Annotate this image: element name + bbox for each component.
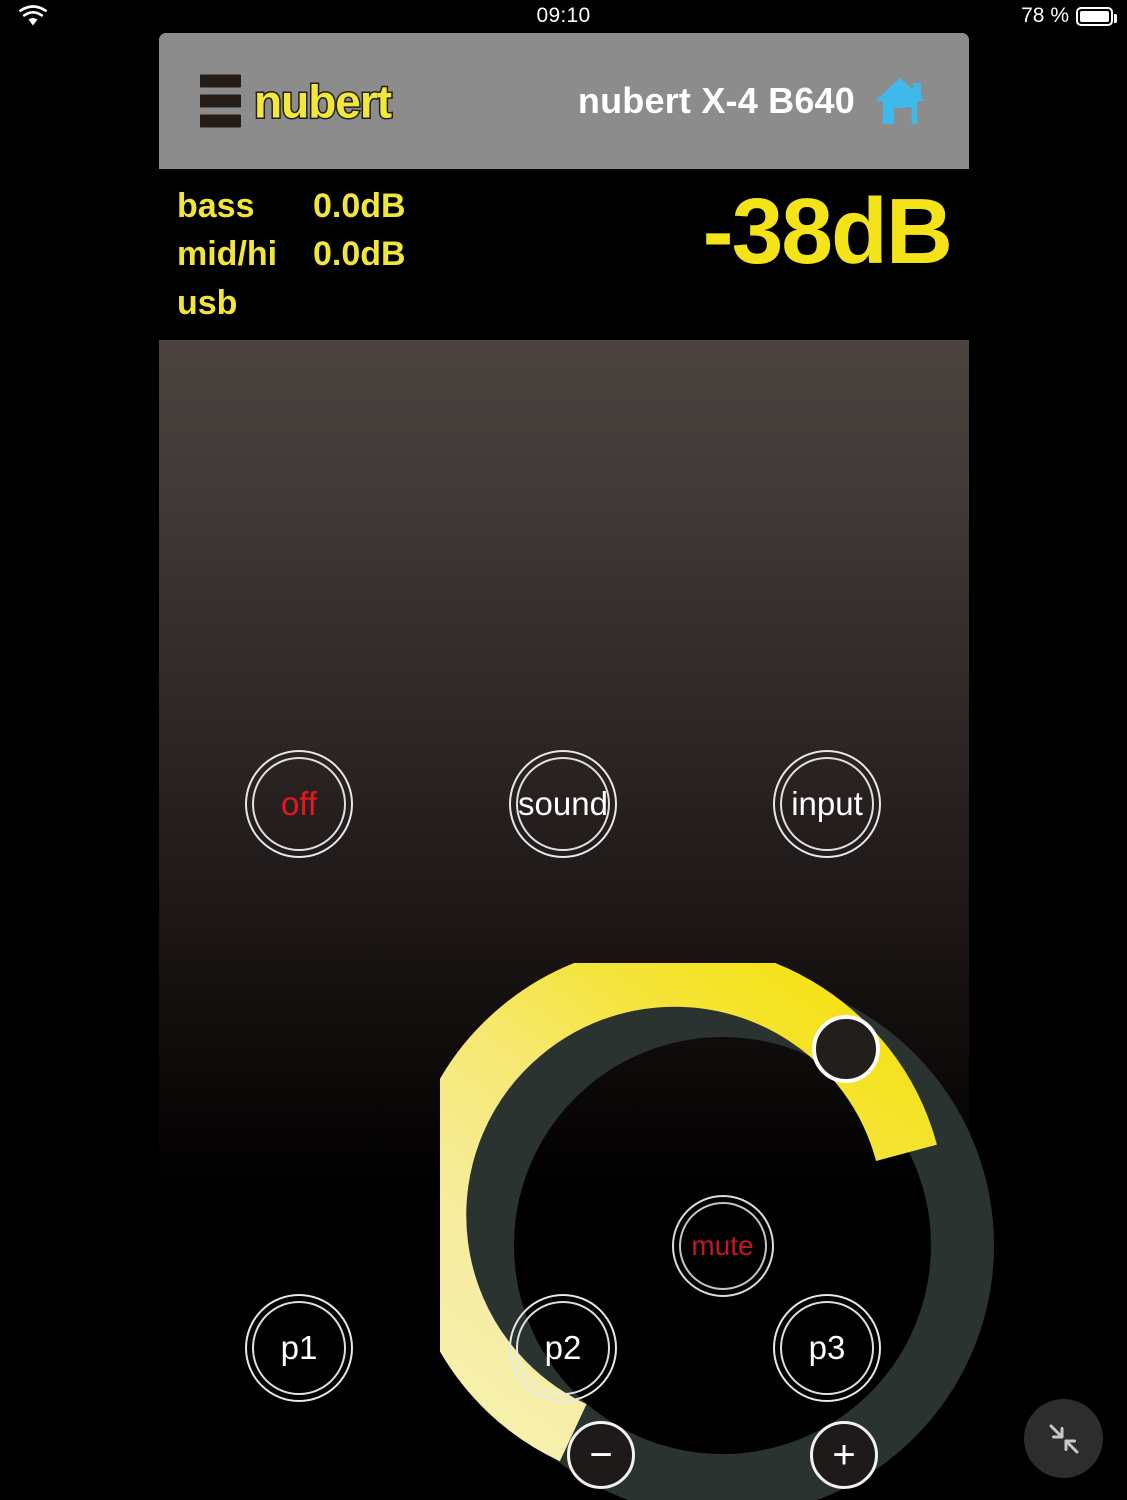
input-label: input [791, 785, 863, 822]
control-panel: off sound input mute − + [159, 340, 994, 1500]
eq-label-input: usb [177, 283, 238, 322]
home-icon[interactable] [873, 74, 927, 128]
logo-wordmark: nubert [252, 75, 393, 127]
power-off-button[interactable]: off [245, 750, 353, 858]
status-time: 09:10 [536, 4, 591, 27]
input-button[interactable]: input [773, 750, 881, 858]
app-header-bar: nubert nubert X-4 B640 [159, 33, 969, 169]
sound-label: sound [518, 785, 608, 822]
eq-label-bass: bass [177, 187, 255, 225]
eq-value-bass: 0.0dB [313, 187, 406, 225]
mute-button[interactable]: mute [671, 1194, 774, 1297]
preset-button-p3[interactable]: p3 [773, 1294, 881, 1402]
app-root: 09:10 78 % nubert nubert X-4 B640 bass 0… [0, 0, 1127, 1500]
volume-increase-button[interactable]: + [810, 1421, 878, 1489]
nubert-bars-icon [200, 74, 241, 128]
device-name-label: nubert X-4 B640 [577, 80, 855, 121]
battery-percent-label: 78 % [1021, 4, 1069, 27]
eq-row-bass: bass 0.0dB [177, 182, 406, 230]
power-off-label: off [280, 785, 318, 822]
preset-button-p1[interactable]: p1 [245, 1294, 353, 1402]
knob-handle-icon[interactable] [812, 1015, 880, 1083]
eq-row-input: usb [177, 279, 406, 327]
status-bar: 09:10 78 % [0, 0, 1127, 32]
info-strip: bass 0.0dB mid/hi 0.0dB usb -38dB [159, 169, 969, 340]
preset-p3-label: p3 [808, 1329, 846, 1366]
eq-value-midhi: 0.0dB [313, 235, 406, 274]
collapse-arrows-icon [1042, 1417, 1086, 1461]
nubert-logo: nubert [200, 74, 394, 128]
volume-readout: -38dB [702, 179, 953, 283]
eq-readout-list: bass 0.0dB mid/hi 0.0dB usb [177, 182, 406, 327]
sound-button[interactable]: sound [509, 750, 617, 858]
eq-row-midhi: mid/hi 0.0dB [177, 230, 406, 278]
header-right-group: nubert X-4 B640 [578, 74, 927, 128]
mute-label: mute [691, 1229, 754, 1261]
collapse-button[interactable] [1024, 1399, 1103, 1478]
volume-knob[interactable]: mute − + [440, 963, 1005, 1500]
status-right-group: 78 % [1021, 4, 1117, 28]
eq-label-midhi: mid/hi [177, 235, 278, 274]
minus-icon: − [589, 1433, 613, 1477]
preset-p1-label: p1 [280, 1329, 318, 1366]
preset-button-p2[interactable]: p2 [509, 1294, 617, 1402]
volume-decrease-button[interactable]: − [567, 1421, 635, 1489]
preset-p2-label: p2 [544, 1329, 582, 1366]
plus-icon: + [832, 1433, 856, 1477]
battery-icon [1076, 6, 1117, 26]
